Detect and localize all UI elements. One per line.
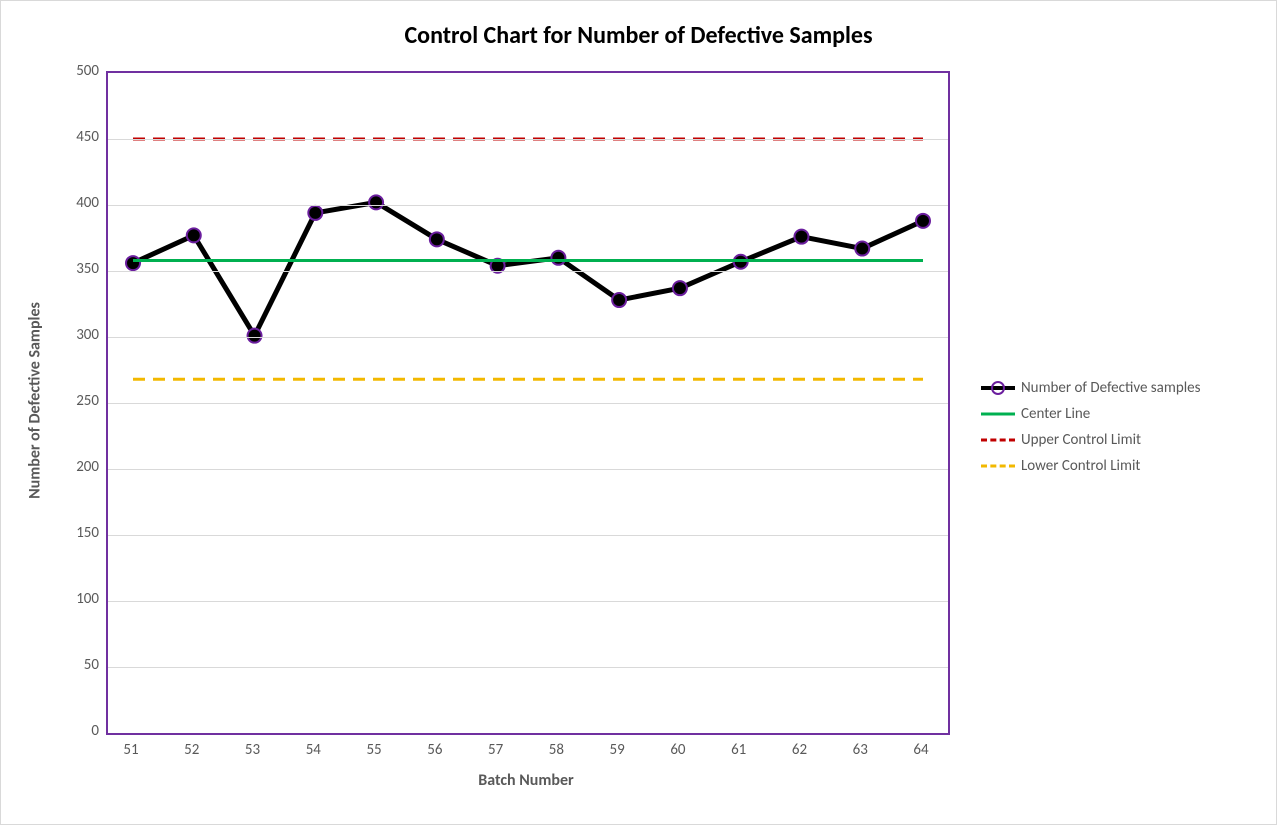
x-axis-label: Batch Number: [106, 771, 946, 790]
gridline: [108, 337, 948, 338]
y-tick-label: 300: [59, 326, 99, 344]
x-tick-label: 64: [901, 741, 941, 759]
gridline: [108, 139, 948, 140]
data-marker: [187, 228, 201, 242]
y-tick-label: 150: [59, 524, 99, 542]
x-tick-label: 55: [354, 741, 394, 759]
data-marker: [126, 256, 140, 270]
y-tick-label: 450: [59, 128, 99, 146]
x-tick-label: 57: [476, 741, 516, 759]
data-marker: [673, 281, 687, 295]
data-marker: [430, 232, 444, 246]
legend-label: Center Line: [1021, 405, 1090, 423]
data-marker: [612, 293, 626, 307]
series-line: [133, 202, 923, 335]
gridline: [108, 667, 948, 668]
gridline: [108, 535, 948, 536]
x-tick-label: 53: [233, 741, 273, 759]
legend-label: Upper Control Limit: [1021, 431, 1141, 449]
gridline: [108, 403, 948, 404]
legend-swatch: [981, 457, 1015, 475]
gridline: [108, 469, 948, 470]
x-tick-label: 56: [415, 741, 455, 759]
y-axis-label: Number of Defective Samples: [26, 281, 45, 521]
legend-label: Number of Defective samples: [1021, 379, 1201, 397]
legend-item: Lower Control Limit: [981, 457, 1201, 475]
legend-item: Center Line: [981, 405, 1201, 423]
x-tick-label: 54: [293, 741, 333, 759]
legend-swatch: [981, 405, 1015, 423]
data-marker: [551, 251, 565, 265]
y-tick-label: 350: [59, 260, 99, 278]
legend-swatch: [981, 431, 1015, 449]
x-tick-label: 60: [658, 741, 698, 759]
legend-item: Number of Defective samples: [981, 379, 1201, 397]
legend-line-icon: [981, 413, 1015, 416]
legend-marker-icon: [991, 381, 1005, 395]
y-tick-label: 250: [59, 392, 99, 410]
y-tick-label: 50: [59, 656, 99, 674]
data-marker: [916, 214, 930, 228]
legend-line-icon: [981, 465, 1015, 468]
y-tick-label: 200: [59, 458, 99, 476]
y-tick-label: 400: [59, 194, 99, 212]
legend-label: Lower Control Limit: [1021, 457, 1140, 475]
gridline: [108, 205, 948, 206]
x-tick-label: 63: [840, 741, 880, 759]
y-tick-label: 500: [59, 62, 99, 80]
y-tick-label: 100: [59, 590, 99, 608]
x-tick-label: 58: [536, 741, 576, 759]
gridline: [108, 601, 948, 602]
plot-area: [106, 71, 950, 735]
data-marker: [369, 195, 383, 209]
x-tick-label: 52: [172, 741, 212, 759]
x-tick-label: 61: [719, 741, 759, 759]
legend-item: Upper Control Limit: [981, 431, 1201, 449]
x-tick-label: 59: [597, 741, 637, 759]
chart-container: Control Chart for Number of Defective Sa…: [0, 0, 1277, 825]
x-tick-label: 62: [779, 741, 819, 759]
data-marker: [248, 329, 262, 343]
x-tick-label: 51: [111, 741, 151, 759]
chart-title: Control Chart for Number of Defective Sa…: [1, 21, 1276, 50]
data-marker: [308, 206, 322, 220]
legend-line-icon: [981, 439, 1015, 442]
legend: Number of Defective samples Center Line Up…: [981, 371, 1201, 483]
gridline: [108, 271, 948, 272]
data-marker: [855, 242, 869, 256]
legend-swatch: [981, 379, 1015, 397]
data-marker: [794, 230, 808, 244]
y-tick-label: 0: [59, 722, 99, 740]
